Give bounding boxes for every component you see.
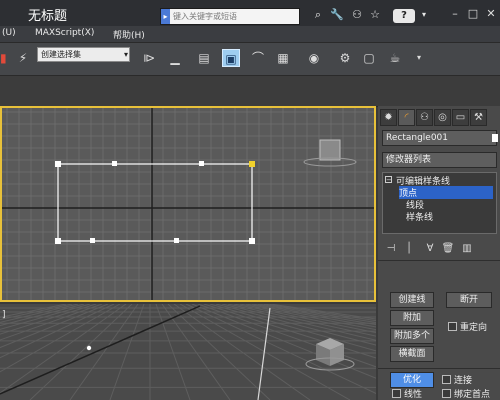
view-cube-icon <box>303 139 357 167</box>
layer-manager-icon[interactable]: ▤ <box>195 49 213 67</box>
object-name-field[interactable]: Rectangle001 <box>382 130 497 146</box>
ribbon-strip <box>0 76 500 107</box>
remove-modifier-icon[interactable]: 🗑 <box>441 242 455 256</box>
schematic-view-icon[interactable]: ▦ <box>274 49 292 67</box>
chevron-down-icon[interactable]: ▾ <box>417 8 431 22</box>
reorient-checkbox[interactable] <box>448 322 457 331</box>
vertex-handle <box>112 161 117 166</box>
create-line-button[interactable]: 创建线 <box>390 292 434 308</box>
search-placeholder: 键入关键字或短语 <box>173 12 237 21</box>
vertex-handle <box>174 238 179 243</box>
configure-sets-icon[interactable]: ▥ <box>460 242 474 256</box>
bind-to-spacewarp-icon[interactable]: ⚡ <box>14 49 32 67</box>
vertex-handle <box>86 345 92 351</box>
modifier-stack: − 可编辑样条线 顶点 线段 样条线 <box>382 172 497 234</box>
chevron-down-icon[interactable]: ▾ <box>410 49 428 67</box>
command-panel: ✹ ◜ ⚇ ◎ ▭ ⚒ Rectangle001 修改器列表 − 可编辑样条线 … <box>378 106 500 400</box>
linear-checkbox[interactable] <box>392 389 401 398</box>
help-label: ? <box>401 10 407 21</box>
align-icon[interactable]: ▁ <box>166 49 184 67</box>
title-bar: 无标题 ▸ 键入关键字或短语 ⌕ 🔧 ⚇ ☆ ? ▾ – □ ✕ <box>0 0 500 26</box>
first-vertex-handle <box>249 161 255 167</box>
top-viewport[interactable] <box>0 106 376 302</box>
divider <box>378 260 500 261</box>
hierarchy-tab-icon[interactable]: ⚇ <box>416 109 433 126</box>
curve-editor-icon[interactable]: ⌒ <box>249 49 267 67</box>
pin-stack-icon[interactable]: ⊣ <box>384 242 398 256</box>
perspective-viewport[interactable]: ] <box>0 304 376 400</box>
main-toolbar: ▮ ⚡ 创建选择集 ▾ ⧐ ▁ ▤ ▣ ⌒ ▦ ◉ ⚙ ▢ ☕ ▾ <box>0 43 500 76</box>
mirror-icon[interactable]: ⧐ <box>140 49 158 67</box>
make-unique-icon[interactable]: ∀ <box>423 242 437 256</box>
viewport-label-bracket: ] <box>2 310 6 320</box>
object-color-swatch[interactable] <box>492 134 498 142</box>
stack-toolbar: ⊣ │ ∀ 🗑 ▥ <box>378 242 500 256</box>
vertex-handle <box>90 238 95 243</box>
motion-tab-icon[interactable]: ◎ <box>434 109 451 126</box>
render-setup-icon[interactable]: ⚙ <box>336 49 354 67</box>
menu-item-maxscript[interactable]: MAXScript(X) <box>35 28 94 38</box>
modify-tab-icon[interactable]: ◜ <box>398 109 415 126</box>
utilities-tab-icon[interactable]: ⚒ <box>470 109 487 126</box>
red-marker-icon: ▮ <box>0 51 7 65</box>
vertex-handle <box>55 238 61 244</box>
people-icon[interactable]: ⚇ <box>350 8 364 22</box>
display-tab-icon[interactable]: ▭ <box>452 109 469 126</box>
modifier-list-dropdown[interactable]: 修改器列表 <box>382 152 497 168</box>
render-teapot-icon[interactable]: ☕ <box>386 49 404 67</box>
search-input[interactable]: ▸ 键入关键字或短语 <box>160 8 300 25</box>
window-title: 无标题 <box>28 9 68 24</box>
reorient-label: 重定向 <box>460 323 488 333</box>
connect-label: 连接 <box>454 376 473 386</box>
collapse-icon[interactable]: − <box>385 176 392 184</box>
perspective-overlay <box>86 338 355 371</box>
divider <box>378 368 500 369</box>
selection-set-dropdown[interactable]: 创建选择集 ▾ <box>37 47 130 62</box>
create-tab-icon[interactable]: ✹ <box>380 109 397 126</box>
show-end-result-icon[interactable]: │ <box>402 242 416 256</box>
minimize-icon[interactable]: – <box>448 7 462 21</box>
view-cube-icon <box>305 338 355 371</box>
binoculars-icon[interactable]: ⌕ <box>311 8 325 22</box>
menu-bar: (U) MAXScript(X) 帮助(H) <box>0 26 500 43</box>
star-icon[interactable]: ☆ <box>368 8 382 22</box>
break-button[interactable]: 断开 <box>446 292 492 308</box>
linear-label: 线性 <box>404 390 423 400</box>
rendered-frame-icon[interactable]: ▢ <box>360 49 378 67</box>
bind-first-checkbox[interactable] <box>442 389 451 398</box>
attach-multiple-button[interactable]: 附加多个 <box>390 328 434 344</box>
maximize-icon[interactable]: □ <box>466 7 480 21</box>
stack-item-spline[interactable]: 样条线 <box>406 210 433 223</box>
menu-item-u[interactable]: (U) <box>2 28 16 38</box>
optimize-button[interactable]: 优化 <box>390 372 434 388</box>
selection-set-value: 创建选择集 <box>41 50 81 59</box>
close-icon[interactable]: ✕ <box>484 7 498 21</box>
help-button[interactable]: ? <box>393 9 415 23</box>
attach-button[interactable]: 附加 <box>390 310 434 326</box>
cross-section-button[interactable]: 横截面 <box>390 346 434 362</box>
bind-first-label: 绑定首点 <box>454 390 491 400</box>
connect-checkbox[interactable] <box>442 375 451 384</box>
vertex-handle <box>249 238 255 244</box>
chevron-down-icon: ▾ <box>123 50 128 59</box>
scene-explorer-icon[interactable]: ▣ <box>222 49 240 67</box>
search-arrow-icon: ▸ <box>161 9 170 24</box>
menu-item-help[interactable]: 帮助(H) <box>113 28 145 41</box>
wrench-icon[interactable]: 🔧 <box>330 8 344 22</box>
rectangle-spline[interactable] <box>2 108 376 302</box>
vertex-handle <box>55 161 61 167</box>
vertex-handle <box>199 161 204 166</box>
material-editor-icon[interactable]: ◉ <box>305 49 323 67</box>
